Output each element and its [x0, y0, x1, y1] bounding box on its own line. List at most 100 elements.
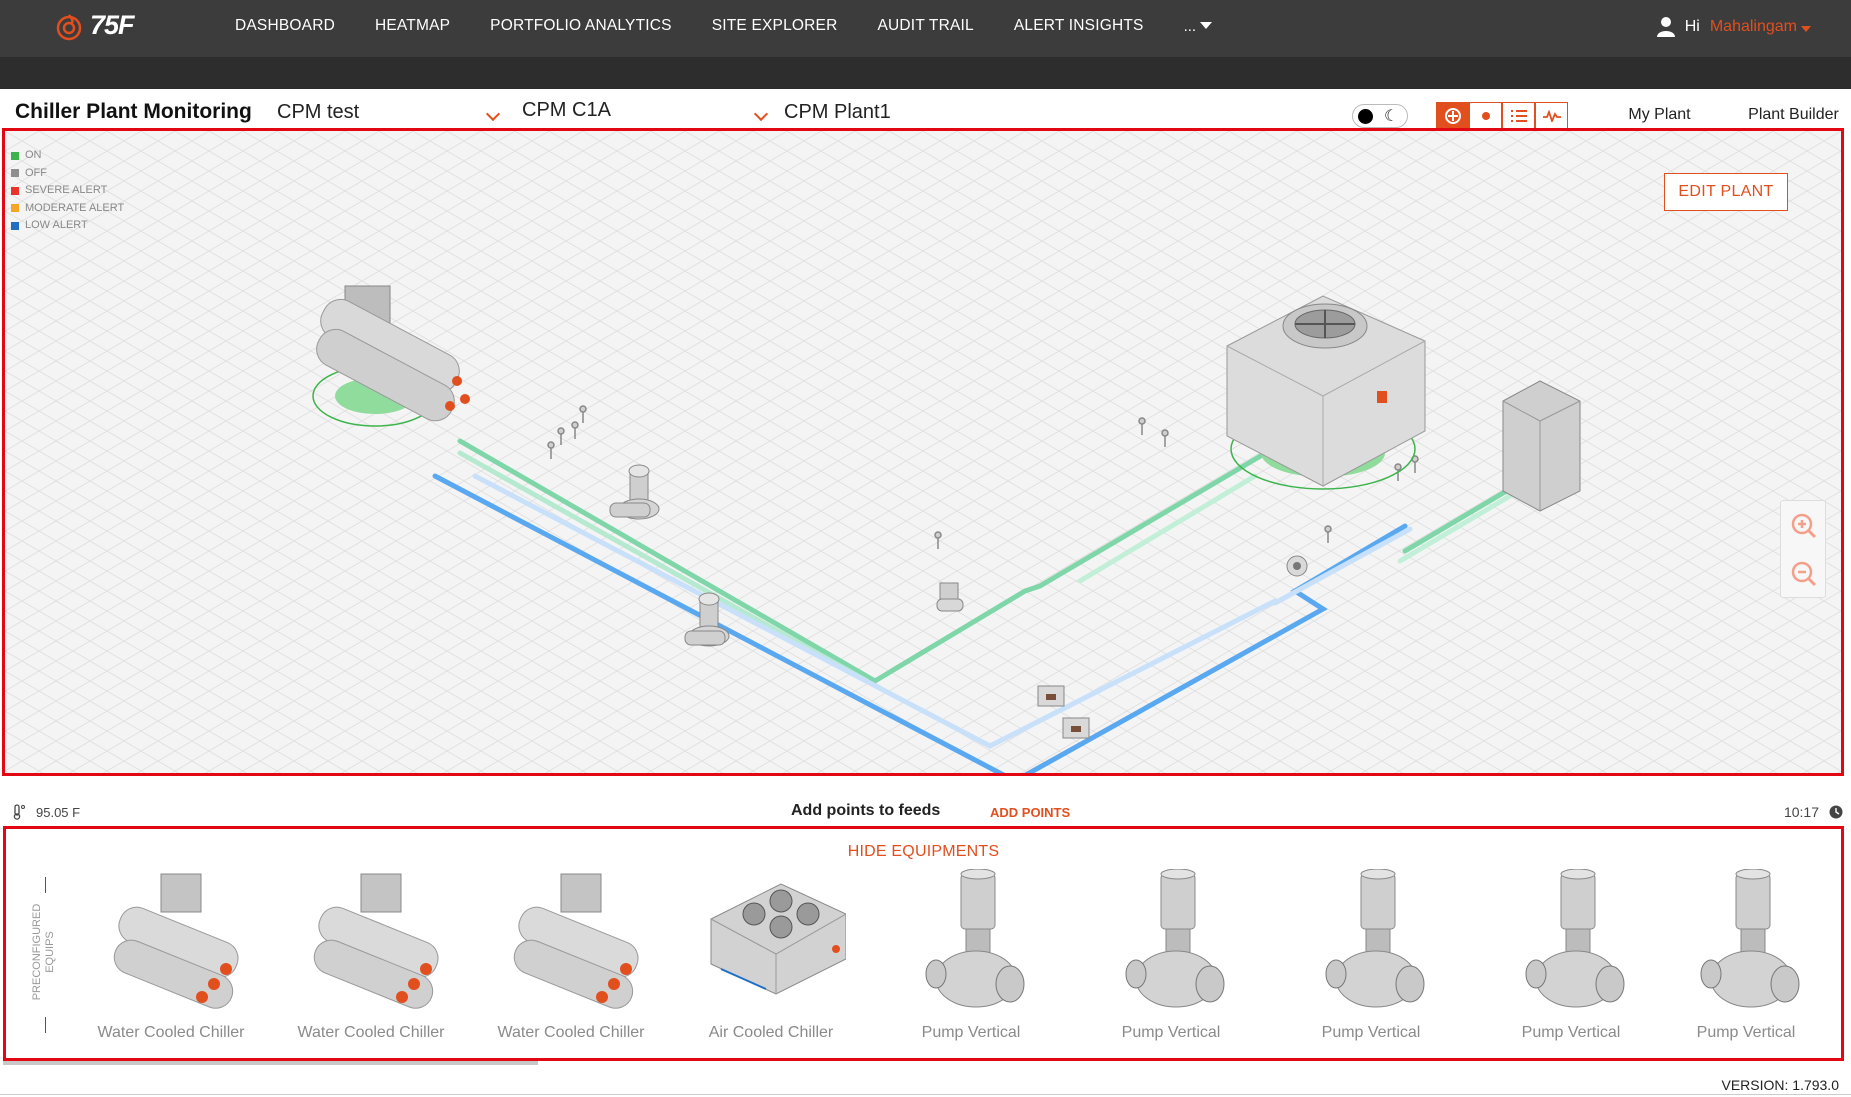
thermometer-icon	[13, 804, 25, 820]
pump-vertical-icon	[1525, 869, 1625, 1008]
legend-dot-on	[11, 151, 19, 160]
status-row: 95.05 F Add points to feeds ADD POINTS 1…	[0, 796, 1851, 826]
nav-more-label: ...	[1183, 17, 1197, 35]
legend-label: OFF	[25, 166, 47, 179]
building-select[interactable]: CPM C1A	[522, 99, 611, 127]
equipment-scrollbar[interactable]	[3, 1061, 538, 1065]
building-select-caret-icon[interactable]	[753, 106, 769, 122]
plant-view-button[interactable]	[1436, 102, 1469, 130]
zoom-in-icon[interactable]	[1791, 513, 1817, 539]
meter-box-1[interactable]	[1037, 685, 1065, 707]
legend-dot-moderate	[11, 204, 19, 213]
water-cooled-chiller-icon	[313, 873, 439, 1009]
preconfigured-equips-label: PRECONFIGURED EQUIPS	[19, 869, 59, 1033]
meter-box-2[interactable]	[1062, 717, 1090, 739]
nav-item-site-explorer[interactable]: SITE EXPLORER	[712, 17, 838, 35]
feeds-prompt: Add points to feeds	[791, 802, 941, 819]
legend-dot-off	[11, 169, 19, 178]
plant-select[interactable]: CPM Plant1	[784, 101, 891, 129]
logo-text: 75F	[90, 10, 135, 40]
building-load-unit[interactable]	[1502, 380, 1581, 512]
time-readout: 10:17	[1784, 804, 1843, 820]
list-view-button[interactable]	[1502, 102, 1535, 130]
toggle-knob	[1358, 109, 1373, 124]
legend-dot-low	[11, 221, 19, 230]
temperature-readout: 95.05 F	[12, 804, 80, 820]
nav-item-portfolio-analytics[interactable]: PORTFOLIO ANALYTICS	[490, 17, 672, 35]
zoom-out-icon[interactable]	[1791, 561, 1817, 587]
legend-item-off: OFF	[11, 165, 124, 183]
site-select[interactable]: CPM test	[277, 101, 359, 129]
moon-icon: ☾	[1384, 108, 1399, 125]
user-name: Mahalingam	[1709, 18, 1797, 35]
add-points-link[interactable]: ADD POINTS	[990, 805, 1070, 820]
water-cooled-chiller-icon	[113, 873, 239, 1009]
equip-label: Air Cooled Chiller	[708, 1024, 834, 1041]
crosshair-icon	[1444, 108, 1461, 124]
legend-dot-severe	[11, 186, 19, 195]
dot-icon	[1481, 112, 1490, 120]
hide-equipments-button[interactable]: HIDE EQUIPMENTS	[6, 843, 1841, 861]
top-navigation-bar: 75F DASHBOARD HEATMAP PORTFOLIO ANALYTIC…	[0, 0, 1851, 57]
legend-item-moderate-alert: MODERATE ALERT	[11, 200, 124, 218]
status-legend: ON OFF SEVERE ALERT MODERATE ALERT LOW A…	[11, 147, 124, 235]
time-value: 10:17	[1783, 804, 1819, 820]
equip-item-water-cooled-chiller[interactable]: Water Cooled Chiller	[476, 869, 666, 1054]
equip-item-pump-vertical[interactable]: Pump Vertical	[1276, 869, 1466, 1054]
secondary-bar	[0, 57, 1851, 89]
user-menu[interactable]: Hi Mahalingam	[1656, 17, 1811, 37]
legend-item-on: ON	[11, 147, 124, 165]
footer-divider	[0, 1094, 1851, 1095]
user-greeting: Hi	[1684, 18, 1700, 35]
nav-item-audit-trail[interactable]: AUDIT TRAIL	[877, 17, 973, 35]
pump-vertical-icon	[1325, 869, 1425, 1008]
point-view-button[interactable]	[1469, 102, 1502, 130]
trend-view-button[interactable]	[1535, 102, 1568, 130]
nav-item-alert-insights[interactable]: ALERT INSIGHTS	[1014, 17, 1144, 35]
equip-label: Pump Vertical	[1696, 1024, 1796, 1041]
flame-logo-icon	[56, 13, 82, 40]
equip-item-pump-vertical[interactable]: Pump Vertical	[1476, 869, 1666, 1054]
isometric-grid	[5, 131, 1841, 773]
zoom-controls	[1780, 500, 1826, 598]
list-icon	[1510, 110, 1527, 122]
section-label: PRECONFIGURED EQUIPS	[31, 903, 56, 1001]
nav-more-menu[interactable]: ...	[1184, 17, 1213, 35]
water-cooled-chiller-icon	[513, 873, 639, 1009]
main-menu: DASHBOARD HEATMAP PORTFOLIO ANALYTICS SI…	[235, 17, 1213, 35]
pump-vertical-icon	[925, 869, 1025, 1008]
caret-down-icon	[1801, 26, 1811, 32]
equip-item-pump-vertical[interactable]: Pump Vertical	[1651, 869, 1841, 1054]
nav-item-dashboard[interactable]: DASHBOARD	[235, 17, 335, 35]
legend-label: LOW ALERT	[25, 219, 88, 231]
equip-item-pump-vertical[interactable]: Pump Vertical	[1076, 869, 1266, 1054]
version-label: VERSION: 1.793.0	[1721, 1077, 1839, 1093]
plant-canvas[interactable]: ON OFF SEVERE ALERT MODERATE ALERT LOW A…	[2, 128, 1844, 776]
flow-meter-unit[interactable]	[1286, 555, 1308, 577]
legend-item-severe-alert: SEVERE ALERT	[11, 182, 124, 200]
legend-item-low-alert: LOW ALERT	[11, 217, 124, 235]
edit-plant-button[interactable]: EDIT PLANT	[1664, 173, 1788, 211]
equip-label: Pump Vertical	[921, 1024, 1021, 1041]
equip-item-air-cooled-chiller[interactable]: Air Cooled Chiller	[676, 869, 866, 1054]
equip-item-pump-vertical[interactable]: Pump Vertical	[876, 869, 1066, 1054]
user-icon	[1656, 17, 1675, 37]
view-mode-buttons	[1436, 102, 1568, 130]
legend-label: MODERATE ALERT	[25, 201, 125, 214]
temperature-value: 95.05 F	[36, 804, 81, 820]
equip-item-water-cooled-chiller[interactable]: Water Cooled Chiller	[76, 869, 266, 1054]
logo[interactable]: 75F	[54, 10, 135, 41]
site-select-caret-icon[interactable]	[485, 106, 501, 122]
page-header: Chiller Plant Monitoring CPM test CPM C1…	[0, 89, 1851, 129]
caret-down-icon	[1200, 22, 1213, 29]
equip-label: Pump Vertical	[1521, 1024, 1621, 1041]
equip-label: Water Cooled Chiller	[97, 1024, 245, 1041]
nav-item-heatmap[interactable]: HEATMAP	[375, 17, 450, 35]
equipment-panel: HIDE EQUIPMENTS PRECONFIGURED EQUIPS Wat…	[3, 826, 1844, 1061]
equip-item-water-cooled-chiller[interactable]: Water Cooled Chiller	[276, 869, 466, 1054]
equip-label: Pump Vertical	[1321, 1024, 1421, 1041]
page-title: Chiller Plant Monitoring	[15, 100, 252, 123]
equip-label: Pump Vertical	[1121, 1024, 1221, 1041]
theme-toggle[interactable]: ☾	[1352, 104, 1408, 128]
equip-label: Water Cooled Chiller	[297, 1024, 445, 1041]
